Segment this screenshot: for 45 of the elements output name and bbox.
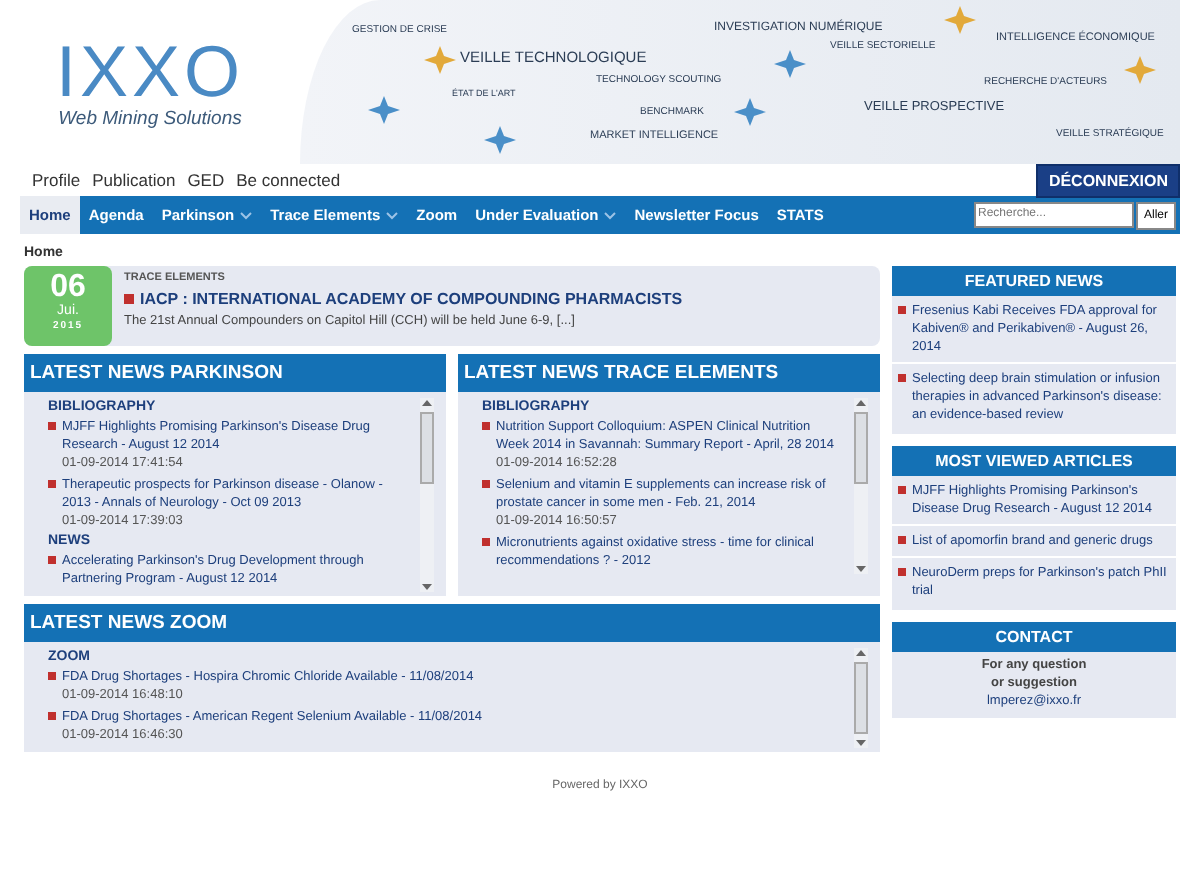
star-icon (774, 50, 806, 78)
scrollbar[interactable] (420, 398, 434, 592)
star-icon (944, 6, 976, 34)
star-icon (734, 98, 766, 126)
bullet-icon (48, 480, 56, 488)
panel-title: LATEST NEWS PARKINSON (24, 354, 446, 392)
star-icon (484, 126, 516, 154)
star-icon (424, 46, 456, 74)
scrollbar[interactable] (854, 648, 868, 748)
bullet-icon (482, 480, 490, 488)
sidebar-title: CONTACT (892, 622, 1176, 652)
bullet-icon (482, 422, 490, 430)
date-day: 06 (50, 270, 86, 304)
scroll-up-icon[interactable] (854, 648, 868, 658)
bullet-icon (898, 486, 906, 494)
sidebar-title: MOST VIEWED ARTICLES (892, 446, 1176, 476)
bullet-icon (48, 422, 56, 430)
star-icon (368, 96, 400, 124)
logout-button[interactable]: DÉCONNEXION (1036, 163, 1180, 197)
top-link[interactable]: GED (187, 170, 225, 190)
bullet-icon (898, 568, 906, 576)
bullet-icon (48, 556, 56, 564)
top-link[interactable]: Profile (32, 170, 81, 190)
scroll-up-icon[interactable] (854, 398, 868, 408)
bullet-icon (898, 536, 906, 544)
bullet-icon (124, 294, 134, 304)
bullet-icon (482, 538, 490, 546)
scroll-down-icon[interactable] (420, 582, 434, 592)
bullet-icon (898, 374, 906, 382)
bullet-icon (898, 306, 906, 314)
logo: IXXO (55, 35, 245, 107)
top-link[interactable]: Publication (92, 170, 176, 190)
panel-title: LATEST NEWS TRACE ELEMENTS (458, 354, 880, 392)
scroll-down-icon[interactable] (854, 564, 868, 574)
logo-tagline: Web Mining Solutions (58, 107, 242, 129)
top-link[interactable]: Be connected (236, 170, 341, 190)
star-icon (1124, 56, 1156, 84)
scroll-down-icon[interactable] (854, 738, 868, 748)
bullet-icon (48, 712, 56, 720)
scroll-up-icon[interactable] (420, 398, 434, 408)
article-link[interactable]: IACP : INTERNATIONAL ACADEMY OF COMPOUNDING PHARMACISTS (140, 290, 683, 308)
bullet-icon (48, 672, 56, 680)
scrollbar[interactable] (854, 398, 868, 574)
panel-title: LATEST NEWS ZOOM (24, 604, 880, 642)
sidebar-title: FEATURED NEWS (892, 266, 1176, 296)
